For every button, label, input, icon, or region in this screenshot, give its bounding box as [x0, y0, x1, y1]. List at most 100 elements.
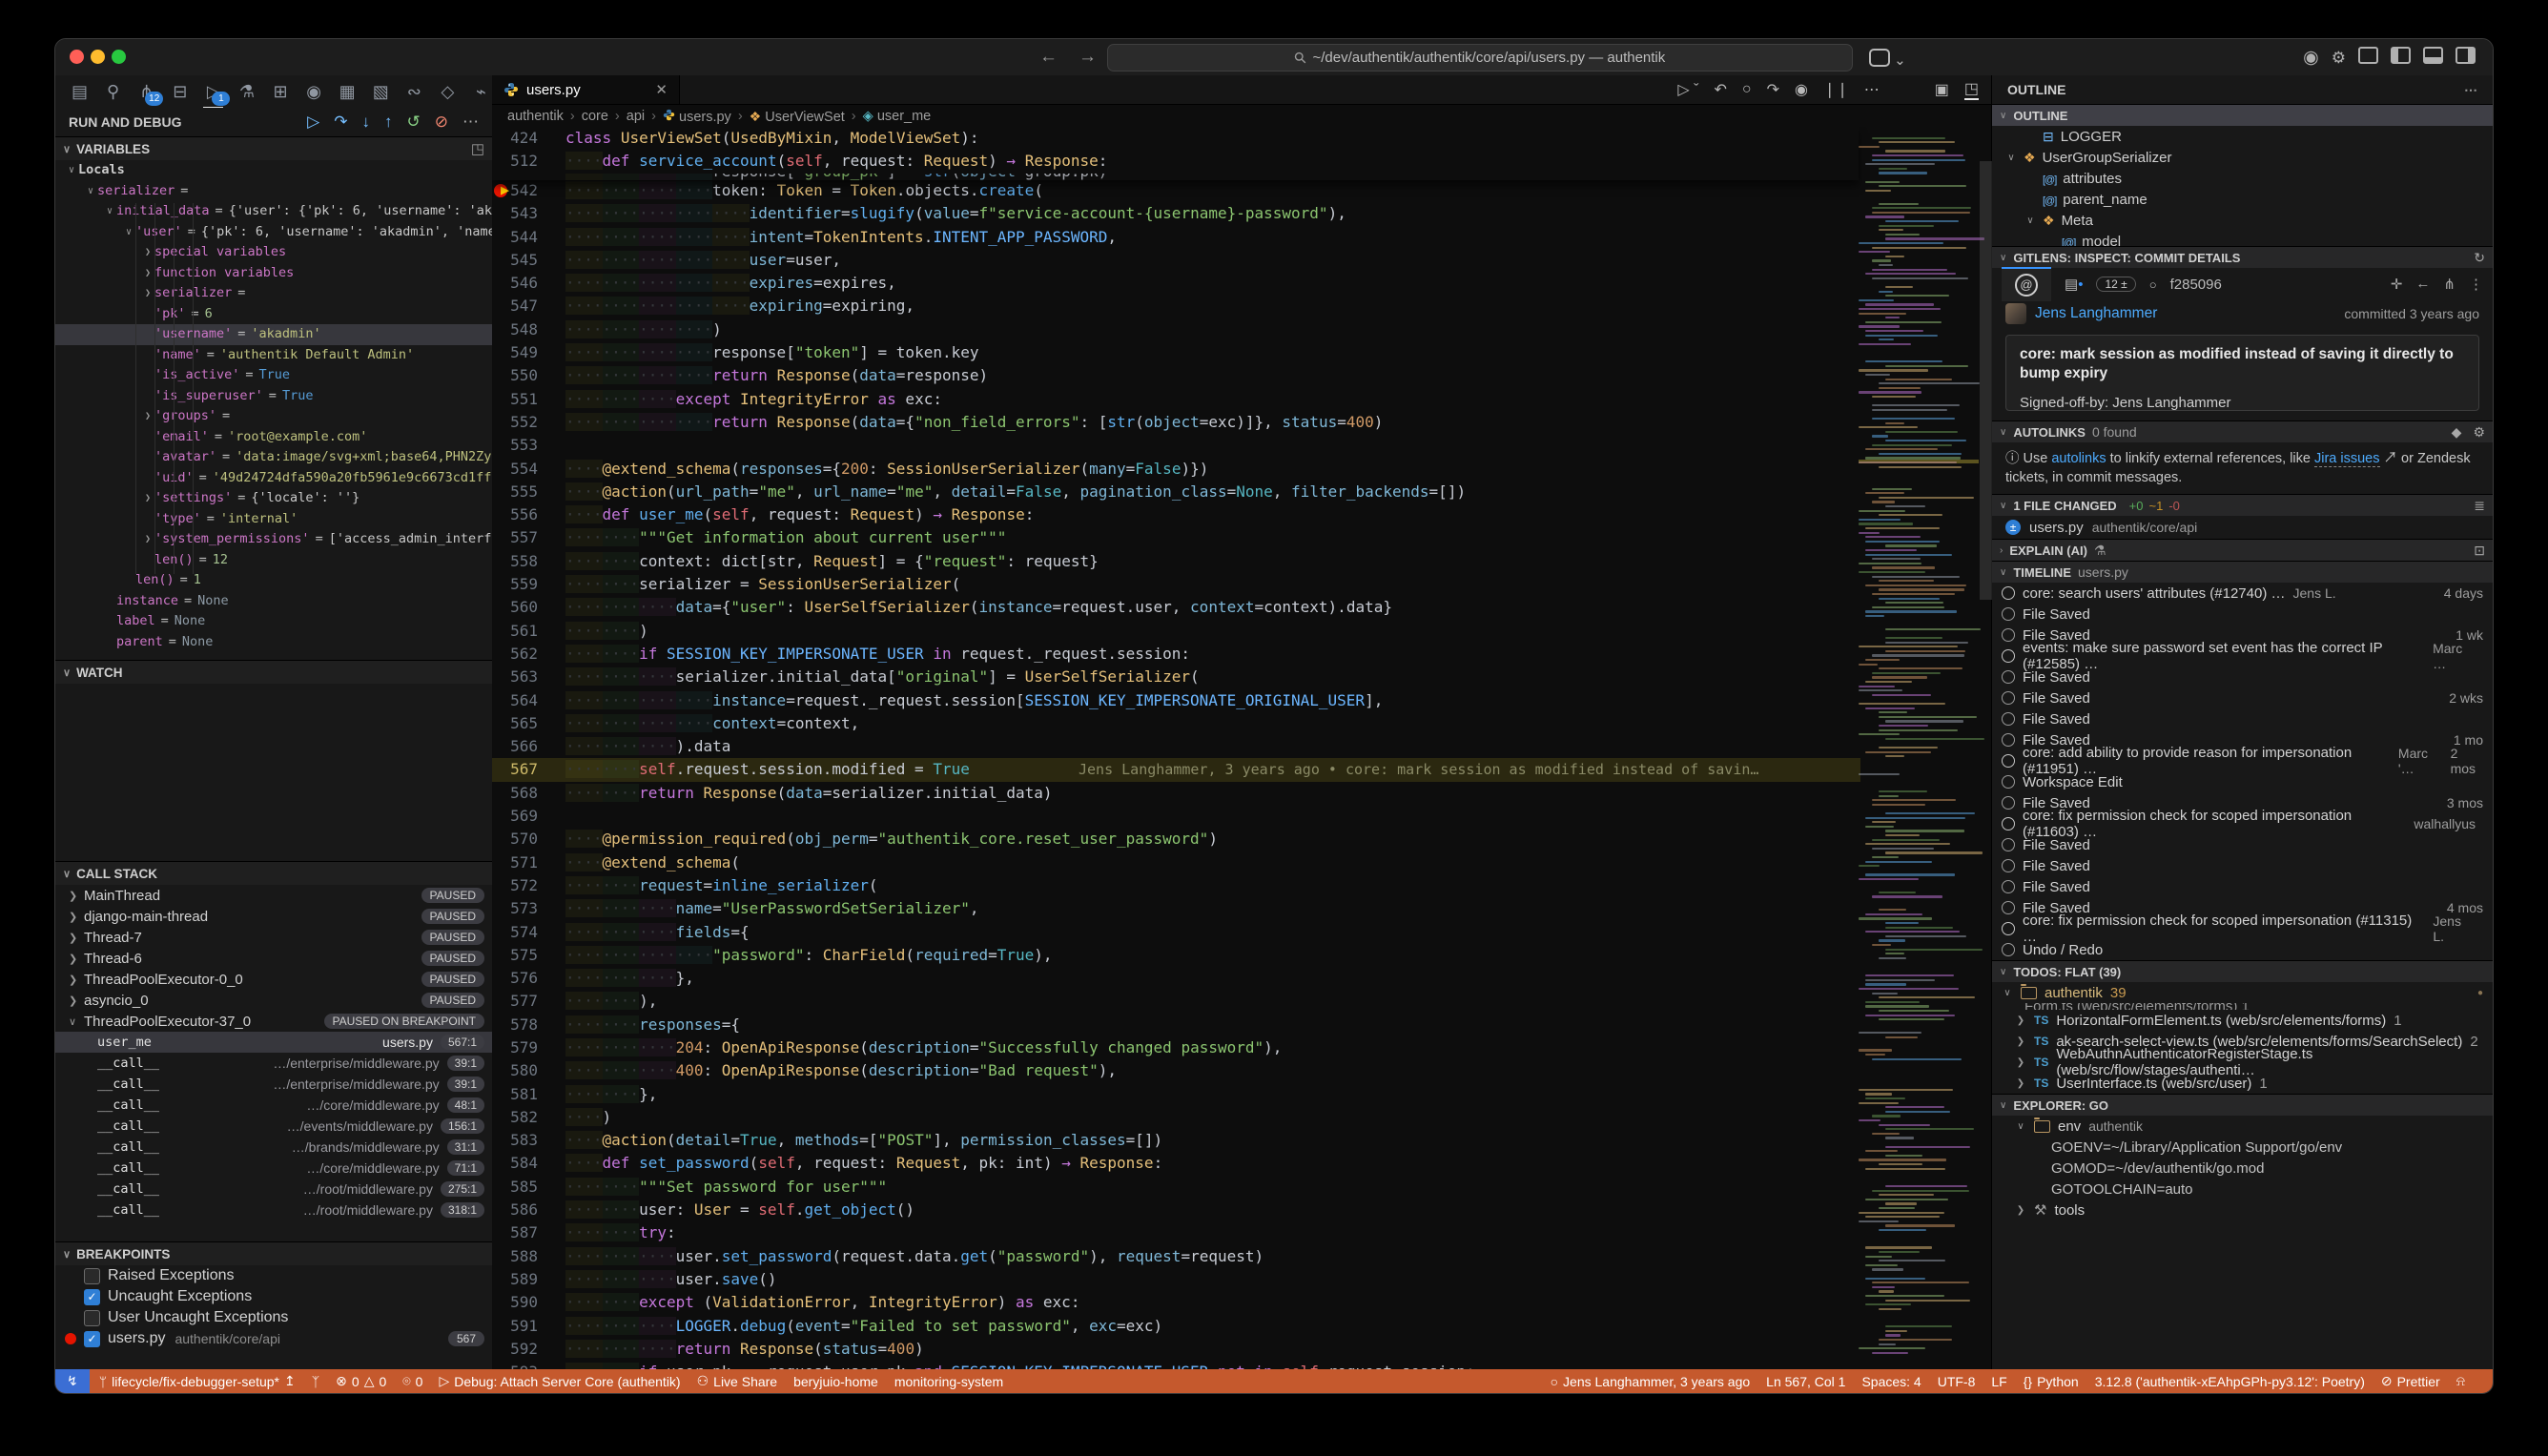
remote-explorer-icon[interactable]: ⊟: [169, 82, 191, 102]
thread-row[interactable]: ∨ThreadPoolExecutor-37_0PAUSED ON BREAKP…: [55, 1011, 492, 1032]
code-line[interactable]: 550················return Response(data=…: [492, 364, 1992, 387]
todos-item-clipped[interactable]: Form.ts (web/src/elements/forms) 1: [1992, 1003, 2493, 1010]
code-line[interactable]: 559········serializer = SessionUserSeria…: [492, 573, 1992, 596]
code-line[interactable]: 553: [492, 434, 1992, 457]
breakpoint-row[interactable]: ✓users.pyauthentik/core/api567: [55, 1328, 492, 1349]
outline-section-header[interactable]: ∨OUTLINE: [1992, 104, 2493, 126]
code-line[interactable]: 546····················expires=expires,: [492, 272, 1992, 295]
run-debug-icon[interactable]: ▷1: [202, 82, 224, 102]
changed-file-row[interactable]: ± users.py authentik/core/api: [1992, 516, 2493, 539]
toggle-panel-icon[interactable]: [2423, 47, 2443, 69]
timeline-item[interactable]: core: fix permission check for scoped im…: [1992, 918, 2493, 939]
todos-group-row[interactable]: ∨authentik39●: [1992, 982, 2493, 1003]
breadcrumb-item[interactable]: ❖ UserViewSet: [750, 109, 845, 125]
code-line[interactable]: 574············fields={: [492, 921, 1992, 944]
autolink-format-icon[interactable]: ≣: [2474, 498, 2485, 514]
code-line[interactable]: 579············204: OpenApiResponse(desc…: [492, 1036, 1992, 1059]
command-center-search[interactable]: ⚲ ~/dev/authentik/authentik/core/api/use…: [1107, 44, 1853, 72]
task-monitoring[interactable]: monitoring-system: [894, 1374, 1003, 1389]
python-interpreter[interactable]: 3.12.8 ('authentik-xEAhpGPh-py3.12': Poe…: [2095, 1374, 2365, 1389]
code-line[interactable]: 565················context=context,: [492, 712, 1992, 735]
link-icon[interactable]: ⌁: [470, 82, 492, 102]
code-line[interactable]: 560············data={"user": UserSelfSer…: [492, 596, 1992, 619]
variable-row[interactable]: ❯'settings'={'locale': ''}: [55, 488, 492, 509]
close-tab-icon[interactable]: ✕: [655, 81, 668, 98]
timeline-item[interactable]: events: make sure password set event has…: [1992, 646, 2493, 666]
step-over-icon[interactable]: ↷: [334, 113, 347, 132]
toggle-secondary-sidebar-icon[interactable]: [2456, 47, 2476, 69]
explorer-icon[interactable]: ▤: [69, 82, 91, 102]
variable-row[interactable]: instance=None: [55, 591, 492, 612]
checkbox[interactable]: [84, 1310, 100, 1326]
code-line[interactable]: 569: [492, 805, 1992, 828]
breakpoint-row[interactable]: Raised Exceptions: [55, 1265, 492, 1286]
autolinks-header[interactable]: ∨AUTOLINKS 0 found ◆⚙: [1992, 420, 2493, 442]
breadcrumb-item[interactable]: core: [582, 109, 608, 124]
gitlens-tab-commit[interactable]: @: [2002, 267, 2051, 301]
variable-row[interactable]: ❯'groups'=: [55, 406, 492, 427]
close-button[interactable]: [70, 50, 84, 64]
variable-row[interactable]: ❯special variables: [55, 242, 492, 263]
code-line[interactable]: 551············except IntegrityError as …: [492, 388, 1992, 411]
code-line[interactable]: 542················token: Token = Token.…: [492, 179, 1992, 202]
step-into-icon[interactable]: ↓: [362, 113, 371, 132]
run-menu-icon[interactable]: ▷ ˇ: [1677, 80, 1698, 99]
outline-item[interactable]: [@]attributes: [1992, 168, 2493, 189]
debug-run-icon[interactable]: ◉: [1795, 80, 1808, 99]
variable-row[interactable]: len()=1: [55, 570, 492, 591]
gitlens-header[interactable]: ∨GITLENS: INSPECT: COMMIT DETAILS ↻: [1992, 246, 2493, 268]
breadcrumb[interactable]: authentik›core›api› users.py›❖ UserViewS…: [492, 105, 1992, 128]
checkbox[interactable]: ✓: [84, 1289, 100, 1305]
code-line[interactable]: 548················): [492, 318, 1992, 341]
outline-item[interactable]: ⊟LOGGER: [1992, 126, 2493, 147]
timeline-item[interactable]: File Saved: [1992, 876, 2493, 897]
graph-icon[interactable]: ⋔: [2443, 276, 2456, 293]
account-icon[interactable]: ◉: [2303, 47, 2319, 69]
indentation[interactable]: Spaces: 4: [1861, 1374, 1921, 1389]
variable-row[interactable]: 'type'='internal': [55, 509, 492, 530]
code-line[interactable]: 575················"password": CharField…: [492, 944, 1992, 967]
code-line[interactable]: 567········self.request.session.modified…: [492, 758, 1860, 781]
toggle-sidebar-icon[interactable]: [2391, 47, 2411, 69]
code-line[interactable]: 547····················expiring=expiring…: [492, 295, 1992, 318]
prettier[interactable]: ⊘Prettier: [2381, 1373, 2440, 1389]
stack-frame-row[interactable]: user_meusers.py567:1: [55, 1032, 492, 1053]
stack-frame-row[interactable]: __call__…/core/middleware.py48:1: [55, 1095, 492, 1116]
variables-header[interactable]: ∨VARIABLES ◳: [55, 136, 492, 160]
timeline-item[interactable]: File Saved2 wks: [1992, 687, 2493, 708]
variable-row[interactable]: 'avatar'='data:image/svg+xml;base64,PHN2…: [55, 447, 492, 468]
watch-header[interactable]: ∨WATCH: [55, 660, 492, 684]
step-forward-icon[interactable]: ↷: [1767, 80, 1779, 99]
code-line[interactable]: 566············).data: [492, 735, 1992, 758]
code-line[interactable]: 556····def user_me(self, request: Reques…: [492, 503, 1992, 526]
code-line[interactable]: 577········),: [492, 990, 1992, 1013]
outline-view-icon[interactable]: ◳: [1964, 79, 1979, 100]
ports[interactable]: ⌾0: [402, 1373, 422, 1389]
go-env-var[interactable]: GOENV=~/Library/Application Support/go/e…: [1992, 1137, 2493, 1158]
code-line[interactable]: 563············serializer.initial_data["…: [492, 666, 1992, 688]
more-actions-icon[interactable]: ⋯: [2464, 82, 2477, 98]
encoding[interactable]: UTF-8: [1938, 1374, 1976, 1389]
thread-row[interactable]: ❯asyncio_0PAUSED: [55, 990, 492, 1011]
variable-row[interactable]: ∨initial_data={'user': {'pk': 6, 'userna…: [55, 201, 492, 222]
container-icon[interactable]: ▧: [370, 82, 392, 102]
files-changed-header[interactable]: ∨1 FILE CHANGED +0~1-0 ≣: [1992, 494, 2493, 516]
breakpoint-row[interactable]: ✓Uncaught Exceptions: [55, 1286, 492, 1307]
stack-frame-row[interactable]: __call__…/events/middleware.py156:1: [55, 1116, 492, 1137]
explorer-go-header[interactable]: ∨EXPLORER: GO: [1992, 1094, 2493, 1116]
pin-icon[interactable]: ✛: [2391, 276, 2403, 293]
code-line[interactable]: 558········context: dict[str, Request] =…: [492, 550, 1992, 573]
restart-icon[interactable]: ↺: [407, 113, 421, 132]
timeline-item[interactable]: core: fix permission check for scoped im…: [1992, 813, 2493, 834]
minimize-button[interactable]: [91, 50, 105, 64]
back-icon[interactable]: ←: [1039, 47, 1079, 67]
stack-frame-row[interactable]: __call__…/enterprise/middleware.py39:1: [55, 1074, 492, 1095]
code-line[interactable]: 543····················identifier=slugif…: [492, 202, 1992, 225]
code-area[interactable]: 542················token: Token = Token.…: [492, 127, 1992, 1369]
cursor-position[interactable]: Ln 567, Col 1: [1766, 1374, 1845, 1389]
breadcrumb-item[interactable]: authentik: [507, 109, 564, 124]
task-home[interactable]: beryjuio-home: [793, 1374, 878, 1389]
kebab-icon[interactable]: ⋮: [2469, 276, 2483, 293]
code-line[interactable]: 570····@permission_required(obj_perm="au…: [492, 828, 1992, 851]
code-line[interactable]: 581········},: [492, 1083, 1992, 1106]
